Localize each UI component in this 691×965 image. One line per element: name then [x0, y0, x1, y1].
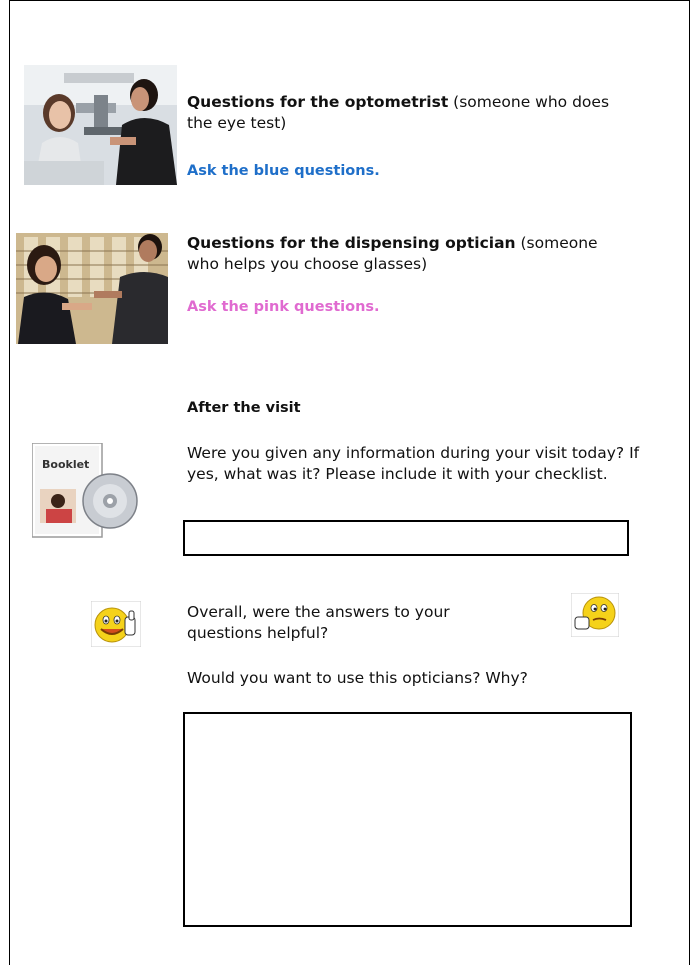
information-answer-field[interactable]	[183, 520, 629, 556]
ask-blue-questions: Ask the blue questions.	[187, 163, 380, 179]
thinking-smiley-graphic	[570, 592, 620, 638]
checklist-page: Questions for the optometrist (someone w…	[9, 0, 690, 965]
information-question: Were you given any information during yo…	[187, 444, 640, 483]
use-again-answer-field[interactable]	[183, 712, 632, 927]
information-answer-value	[185, 522, 627, 534]
optometrist-photo-image	[24, 65, 177, 185]
use-again-question: Would you want to use this opticians? Wh…	[187, 669, 528, 687]
optometrist-heading: Questions for the optometrist (someone w…	[187, 92, 617, 134]
after-visit-heading: After the visit	[187, 400, 301, 416]
booklet-label: Booklet	[42, 458, 90, 471]
optometrist-heading-bold: Questions for the optometrist	[187, 93, 449, 111]
use-again-answer-value	[185, 714, 630, 730]
thinking-smiley-icon	[570, 592, 620, 638]
thumbs-up-smiley-graphic	[90, 600, 142, 648]
optician-heading: Questions for the dispensing optician (s…	[187, 233, 627, 275]
optician-heading-bold: Questions for the dispensing optician	[187, 234, 516, 252]
ask-pink-questions: Ask the pink questions.	[187, 299, 380, 315]
optometrist-photo	[24, 65, 177, 185]
choosing-glasses-photo-image	[16, 233, 168, 344]
optician-photo	[16, 233, 168, 344]
helpful-question: Overall, were the answers to your questi…	[187, 603, 450, 642]
thumbs-up-smiley-icon	[90, 600, 142, 648]
booklet-cd-icon: Booklet	[31, 442, 140, 539]
